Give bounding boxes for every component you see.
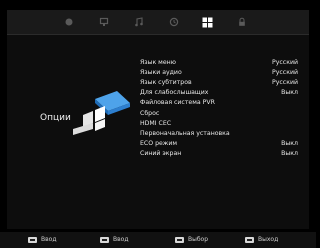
ok-key-icon <box>28 236 37 243</box>
menu-item-audio-language[interactable]: Языки аудио Русский <box>140 68 302 78</box>
menu-item-reset[interactable]: Сброс <box>140 108 302 118</box>
options-logo-icon <box>73 85 131 140</box>
menu-item-subtitle-language[interactable]: Язык субтитров Русский <box>140 78 302 88</box>
menu-value: Русский <box>272 79 298 87</box>
arrow-key-icon <box>175 236 184 243</box>
menu-value: Русский <box>272 69 298 77</box>
hint-enter-2: Ввод <box>100 236 128 243</box>
menu-value: Выкл <box>281 89 298 97</box>
menu-value: Выкл <box>281 139 298 147</box>
monitor-icon[interactable] <box>97 15 111 29</box>
menu-item-hearing-impaired[interactable]: Для слабослышащих Выкл <box>140 88 302 98</box>
exit-key-icon <box>245 236 254 243</box>
options-menu: Язык меню Русский Языки аудио Русский Язык… <box>140 58 302 159</box>
menu-item-blue-screen[interactable]: Синий экран Выкл <box>140 149 302 159</box>
section-title: Опции <box>40 113 71 123</box>
hint-enter: Ввод <box>28 236 56 243</box>
clock-icon[interactable] <box>167 15 181 29</box>
menu-item-hdmi-cec[interactable]: HDMI CEC <box>140 119 302 129</box>
music-note-icon[interactable] <box>132 15 146 29</box>
hint-select: Выбор <box>175 236 208 243</box>
picture-icon[interactable] <box>62 15 76 29</box>
hint-bar: Ввод Ввод Выбор Выход <box>0 232 316 248</box>
grid-settings-icon[interactable] <box>200 15 214 29</box>
menu-item-pvr-filesystem[interactable]: Файловая система PVR <box>140 98 302 108</box>
lock-icon[interactable] <box>235 15 249 29</box>
menu-key-icon <box>100 236 109 243</box>
menu-item-menu-language[interactable]: Язык меню Русский <box>140 58 302 68</box>
menu-value: Русский <box>272 59 298 67</box>
menu-value: Выкл <box>281 149 298 157</box>
menu-item-eco-mode[interactable]: ECO режим Выкл <box>140 139 302 149</box>
menu-item-first-time-setup[interactable]: Первоначальная установка <box>140 129 302 139</box>
hint-exit: Выход <box>245 236 278 243</box>
category-tab-bar <box>7 10 309 35</box>
